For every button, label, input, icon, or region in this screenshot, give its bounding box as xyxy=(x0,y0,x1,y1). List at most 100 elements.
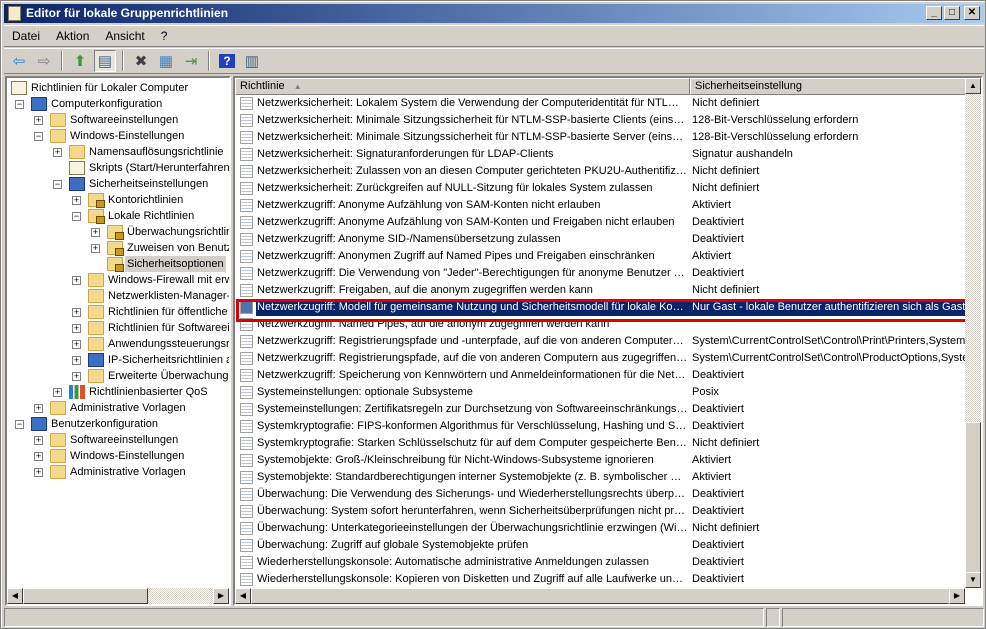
properties-button[interactable]: ▦ xyxy=(155,50,177,72)
delete-button[interactable]: ✖ xyxy=(130,50,152,72)
forward-button[interactable]: ⇨ xyxy=(33,50,55,72)
tree-item[interactable]: Netzwerklisten-Manager-Richtlinien xyxy=(7,288,229,304)
expand-icon[interactable]: + xyxy=(72,324,81,333)
tree-item[interactable]: + Richtlinien für Softwareeinschränkung xyxy=(7,320,229,336)
tree-item[interactable]: + Softwareeinstellungen xyxy=(7,112,229,128)
policy-row[interactable]: Netzwerksicherheit: Minimale Sitzungssic… xyxy=(235,129,969,146)
export-list-button[interactable]: ⇥ xyxy=(180,50,202,72)
tree-item[interactable]: + Administrative Vorlagen xyxy=(7,464,229,480)
maximize-button[interactable]: □ xyxy=(944,6,960,20)
show-action-pane-button[interactable]: ▥ xyxy=(241,50,263,72)
tree-item[interactable]: + IP-Sicherheitsrichtlinien auf Lokaler C… xyxy=(7,352,229,368)
expand-icon[interactable]: + xyxy=(72,196,81,205)
menu-ansicht[interactable]: Ansicht xyxy=(97,29,152,43)
policy-row[interactable]: Systemobjekte: Groß-/Kleinschreibung für… xyxy=(235,452,969,469)
policy-row[interactable]: Überwachung: Zugriff auf globale Systemo… xyxy=(235,537,969,554)
tree-item[interactable]: + Softwareeinstellungen xyxy=(7,432,229,448)
policy-row[interactable]: Netzwerkzugriff: Modell für gemeinsame N… xyxy=(235,299,969,316)
policy-row[interactable]: Netzwerkzugriff: Anonyme Aufzählung von … xyxy=(235,197,969,214)
policy-row[interactable]: Systemkryptografie: FIPS-konformen Algor… xyxy=(235,418,969,435)
policy-row[interactable]: Netzwerkzugriff: Freigaben, auf die anon… xyxy=(235,282,969,299)
tree-item[interactable]: + Überwachungsrichtlinie xyxy=(7,224,229,240)
expand-icon[interactable]: + xyxy=(72,276,81,285)
policy-row[interactable]: Netzwerksicherheit: Signaturanforderunge… xyxy=(235,146,969,163)
help-button[interactable]: ? xyxy=(216,50,238,72)
scroll-thumb[interactable] xyxy=(251,588,949,604)
expand-icon[interactable]: + xyxy=(34,452,43,461)
scroll-left-button[interactable]: ◀ xyxy=(7,588,23,604)
expand-icon[interactable]: + xyxy=(34,404,43,413)
scroll-right-button[interactable]: ▶ xyxy=(949,588,965,604)
scroll-thumb[interactable] xyxy=(965,422,981,574)
policy-row[interactable]: Netzwerksicherheit: Lokalem System die V… xyxy=(235,95,969,112)
tree-horizontal-scrollbar[interactable]: ◀ ▶ xyxy=(7,588,229,604)
collapse-icon[interactable]: − xyxy=(34,132,43,141)
scroll-left-button[interactable]: ◀ xyxy=(235,588,251,604)
collapse-icon[interactable]: − xyxy=(53,180,62,189)
tree-item[interactable]: + Erweiterte Überwachungsrichtlinienkonfi… xyxy=(7,368,229,384)
policy-row[interactable]: Netzwerkzugriff: Die Verwendung von "Jed… xyxy=(235,265,969,282)
list-vertical-scrollbar[interactable]: ▲ ▼ xyxy=(965,78,981,588)
policy-row[interactable]: Netzwerkzugriff: Anonyme SID-/Namensüber… xyxy=(235,231,969,248)
minimize-button[interactable]: _ xyxy=(926,6,942,20)
menu-help[interactable]: ? xyxy=(153,29,176,43)
tree-item[interactable]: + Administrative Vorlagen xyxy=(7,400,229,416)
expand-icon[interactable]: + xyxy=(34,468,43,477)
tree-item[interactable]: + Zuweisen von Benutzerrechten xyxy=(7,240,229,256)
expand-icon[interactable]: + xyxy=(72,356,81,365)
expand-icon[interactable]: + xyxy=(72,308,81,317)
policy-row[interactable]: Überwachung: Die Verwendung des Sicherun… xyxy=(235,486,969,503)
tree-item[interactable]: − Sicherheitseinstellungen xyxy=(7,176,229,192)
policy-row[interactable]: Netzwerkzugriff: Registrierungspfade, au… xyxy=(235,350,969,367)
column-header-sicherheitseinstellung[interactable]: Sicherheitseinstellung xyxy=(690,78,969,95)
policy-row[interactable]: Systemobjekte: Standardberechtigungen in… xyxy=(235,469,969,486)
tree-item[interactable]: − Windows-Einstellungen xyxy=(7,128,229,144)
tree-item[interactable]: + Richtlinien für öffentliche Schlüssel xyxy=(7,304,229,320)
policy-row[interactable]: Netzwerkzugriff: Named Pipes, auf die an… xyxy=(235,316,969,333)
tree-item[interactable]: + Windows-Einstellungen xyxy=(7,448,229,464)
scroll-thumb[interactable] xyxy=(23,588,148,604)
expand-icon[interactable]: + xyxy=(91,244,100,253)
policy-row[interactable]: Überwachung: Unterkategorieeinstellungen… xyxy=(235,520,969,537)
policy-row[interactable]: Wiederherstellungskonsole: Automatische … xyxy=(235,554,969,571)
tree-item[interactable]: − Lokale Richtlinien xyxy=(7,208,229,224)
expand-icon[interactable]: + xyxy=(34,116,43,125)
close-button[interactable]: ✕ xyxy=(964,6,980,20)
tree-item[interactable]: − Benutzerkonfiguration xyxy=(7,416,229,432)
column-header-richtlinie[interactable]: Richtlinie ▲ xyxy=(235,78,690,95)
policy-row[interactable]: Netzwerkzugriff: Anonyme Aufzählung von … xyxy=(235,214,969,231)
tree-item[interactable]: + Kontorichtlinien xyxy=(7,192,229,208)
tree-item[interactable]: Sicherheitsoptionen xyxy=(7,256,229,272)
scroll-down-button[interactable]: ▼ xyxy=(965,572,981,588)
policy-row[interactable]: Netzwerksicherheit: Zulassen von an dies… xyxy=(235,163,969,180)
list-horizontal-scrollbar[interactable]: ◀ ▶ xyxy=(235,588,965,604)
tree-item[interactable]: − Computerkonfiguration xyxy=(7,96,229,112)
expand-icon[interactable]: + xyxy=(53,388,62,397)
expand-icon[interactable]: + xyxy=(72,340,81,349)
policy-row[interactable]: Systemeinstellungen: optionale Subsystem… xyxy=(235,384,969,401)
tree-item[interactable]: + Namensauflösungsrichtlinie xyxy=(7,144,229,160)
tree-item[interactable]: + Richtlinienbasierter QoS xyxy=(7,384,229,400)
expand-icon[interactable]: + xyxy=(53,148,62,157)
menu-datei[interactable]: Datei xyxy=(4,29,48,43)
expand-icon[interactable]: + xyxy=(72,372,81,381)
policy-row[interactable]: Überwachung: System sofort herunterfahre… xyxy=(235,503,969,520)
tree-item[interactable]: + Anwendungssteuerungsrichtlinien xyxy=(7,336,229,352)
scroll-right-button[interactable]: ▶ xyxy=(213,588,229,604)
policy-row[interactable]: Netzwerkzugriff: Anonymen Zugriff auf Na… xyxy=(235,248,969,265)
expand-icon[interactable]: + xyxy=(34,436,43,445)
policy-row[interactable]: Wiederherstellungskonsole: Kopieren von … xyxy=(235,571,969,588)
expand-icon[interactable]: + xyxy=(91,228,100,237)
policy-row[interactable]: Netzwerksicherheit: Zurückgreifen auf NU… xyxy=(235,180,969,197)
back-button[interactable]: ⇦ xyxy=(8,50,30,72)
policy-row[interactable]: Systemeinstellungen: Zertifikatsregeln z… xyxy=(235,401,969,418)
policy-row[interactable]: Systemkryptografie: Starken Schlüsselsch… xyxy=(235,435,969,452)
menu-aktion[interactable]: Aktion xyxy=(48,29,97,43)
policy-row[interactable]: Netzwerkzugriff: Registrierungspfade und… xyxy=(235,333,969,350)
tree-item[interactable]: + Windows-Firewall mit erweiterter Sicher… xyxy=(7,272,229,288)
tree-item[interactable]: Richtlinien für Lokaler Computer xyxy=(7,80,229,96)
up-folder-button[interactable]: ⬆ xyxy=(69,50,91,72)
tree-item[interactable]: Skripts (Start/Herunterfahren) xyxy=(7,160,229,176)
show-hide-tree-button[interactable]: ▤ xyxy=(94,50,116,72)
policy-row[interactable]: Netzwerksicherheit: Minimale Sitzungssic… xyxy=(235,112,969,129)
